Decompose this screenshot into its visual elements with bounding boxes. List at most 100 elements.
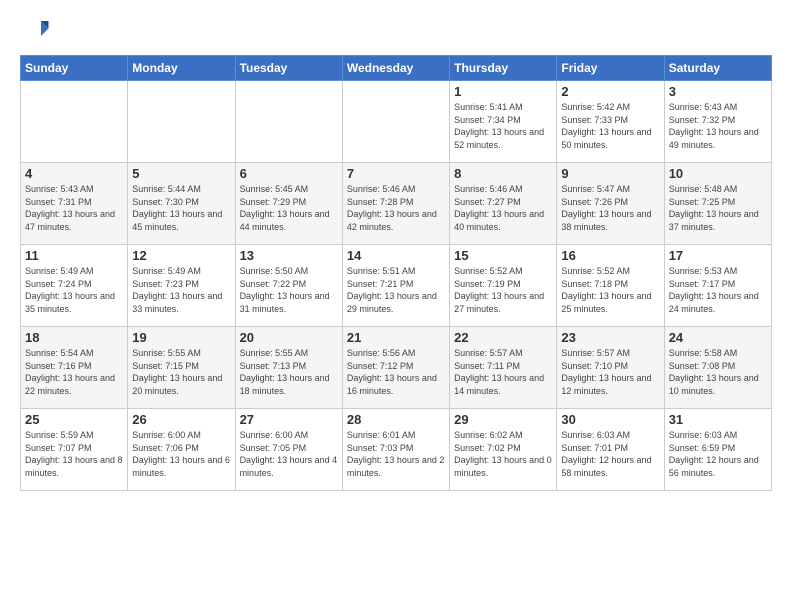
day-info: Sunrise: 5:54 AM Sunset: 7:16 PM Dayligh… bbox=[25, 347, 123, 397]
calendar-cell: 31 Sunrise: 6:03 AM Sunset: 6:59 PM Dayli… bbox=[664, 409, 771, 491]
day-info: Sunrise: 5:57 AM Sunset: 7:11 PM Dayligh… bbox=[454, 347, 552, 397]
day-info: Sunrise: 5:50 AM Sunset: 7:22 PM Dayligh… bbox=[240, 265, 338, 315]
calendar-body: 1 Sunrise: 5:41 AM Sunset: 7:34 PM Daylig… bbox=[21, 81, 772, 491]
weekday-header: Monday bbox=[128, 56, 235, 81]
calendar-cell: 7 Sunrise: 5:46 AM Sunset: 7:28 PM Daylig… bbox=[342, 163, 449, 245]
calendar-cell: 1 Sunrise: 5:41 AM Sunset: 7:34 PM Daylig… bbox=[450, 81, 557, 163]
day-number: 3 bbox=[669, 84, 767, 99]
day-info: Sunrise: 5:47 AM Sunset: 7:26 PM Dayligh… bbox=[561, 183, 659, 233]
day-info: Sunrise: 6:02 AM Sunset: 7:02 PM Dayligh… bbox=[454, 429, 552, 479]
calendar-cell: 24 Sunrise: 5:58 AM Sunset: 7:08 PM Dayli… bbox=[664, 327, 771, 409]
day-number: 13 bbox=[240, 248, 338, 263]
calendar-cell: 2Sunrise: 5:42 AM Sunset: 7:33 PM Daylig… bbox=[557, 81, 664, 163]
calendar-cell: 18 Sunrise: 5:54 AM Sunset: 7:16 PM Dayli… bbox=[21, 327, 128, 409]
calendar-cell: 5 Sunrise: 5:44 AM Sunset: 7:30 PM Daylig… bbox=[128, 163, 235, 245]
day-number: 30 bbox=[561, 412, 659, 427]
day-number: 5 bbox=[132, 166, 230, 181]
day-number: 14 bbox=[347, 248, 445, 263]
calendar-cell: 9Sunrise: 5:47 AM Sunset: 7:26 PM Daylig… bbox=[557, 163, 664, 245]
day-info: Sunrise: 6:03 AM Sunset: 6:59 PM Dayligh… bbox=[669, 429, 767, 479]
day-number: 29 bbox=[454, 412, 552, 427]
day-number: 16 bbox=[561, 248, 659, 263]
day-number: 23 bbox=[561, 330, 659, 345]
calendar-week-row: 25 Sunrise: 5:59 AM Sunset: 7:07 PM Dayli… bbox=[21, 409, 772, 491]
day-info: Sunrise: 5:59 AM Sunset: 7:07 PM Dayligh… bbox=[25, 429, 123, 479]
calendar-cell: 12 Sunrise: 5:49 AM Sunset: 7:23 PM Dayli… bbox=[128, 245, 235, 327]
calendar-cell bbox=[342, 81, 449, 163]
day-info: Sunrise: 5:52 AM Sunset: 7:18 PM Dayligh… bbox=[561, 265, 659, 315]
calendar-cell: 4 Sunrise: 5:43 AM Sunset: 7:31 PM Daylig… bbox=[21, 163, 128, 245]
day-number: 19 bbox=[132, 330, 230, 345]
calendar-cell: 10 Sunrise: 5:48 AM Sunset: 7:25 PM Dayli… bbox=[664, 163, 771, 245]
day-info: Sunrise: 5:58 AM Sunset: 7:08 PM Dayligh… bbox=[669, 347, 767, 397]
weekday-header: Tuesday bbox=[235, 56, 342, 81]
day-info: Sunrise: 5:43 AM Sunset: 7:31 PM Dayligh… bbox=[25, 183, 123, 233]
calendar-table: SundayMondayTuesdayWednesdayThursdayFrid… bbox=[20, 55, 772, 491]
calendar-cell: 21Sunrise: 5:56 AM Sunset: 7:12 PM Dayli… bbox=[342, 327, 449, 409]
calendar-cell: 3 Sunrise: 5:43 AM Sunset: 7:32 PM Daylig… bbox=[664, 81, 771, 163]
day-number: 18 bbox=[25, 330, 123, 345]
calendar-cell bbox=[128, 81, 235, 163]
calendar-cell: 20Sunrise: 5:55 AM Sunset: 7:13 PM Dayli… bbox=[235, 327, 342, 409]
day-number: 8 bbox=[454, 166, 552, 181]
calendar-cell: 14 Sunrise: 5:51 AM Sunset: 7:21 PM Dayli… bbox=[342, 245, 449, 327]
day-number: 1 bbox=[454, 84, 552, 99]
calendar-cell: 16 Sunrise: 5:52 AM Sunset: 7:18 PM Dayli… bbox=[557, 245, 664, 327]
calendar-cell: 23 Sunrise: 5:57 AM Sunset: 7:10 PM Dayli… bbox=[557, 327, 664, 409]
calendar-header: SundayMondayTuesdayWednesdayThursdayFrid… bbox=[21, 56, 772, 81]
day-info: Sunrise: 5:41 AM Sunset: 7:34 PM Dayligh… bbox=[454, 101, 552, 151]
day-number: 24 bbox=[669, 330, 767, 345]
calendar-cell: 28 Sunrise: 6:01 AM Sunset: 7:03 PM Dayli… bbox=[342, 409, 449, 491]
day-number: 7 bbox=[347, 166, 445, 181]
day-number: 21 bbox=[347, 330, 445, 345]
day-number: 12 bbox=[132, 248, 230, 263]
calendar-week-row: 1 Sunrise: 5:41 AM Sunset: 7:34 PM Daylig… bbox=[21, 81, 772, 163]
calendar-cell: 13 Sunrise: 5:50 AM Sunset: 7:22 PM Dayli… bbox=[235, 245, 342, 327]
calendar-cell: 15 Sunrise: 5:52 AM Sunset: 7:19 PM Dayli… bbox=[450, 245, 557, 327]
day-info: Sunrise: 5:57 AM Sunset: 7:10 PM Dayligh… bbox=[561, 347, 659, 397]
calendar-cell: 29 Sunrise: 6:02 AM Sunset: 7:02 PM Dayli… bbox=[450, 409, 557, 491]
day-number: 4 bbox=[25, 166, 123, 181]
day-info: Sunrise: 5:43 AM Sunset: 7:32 PM Dayligh… bbox=[669, 101, 767, 151]
day-info: Sunrise: 5:49 AM Sunset: 7:23 PM Dayligh… bbox=[132, 265, 230, 315]
logo-icon bbox=[20, 15, 50, 45]
calendar-cell: 8 Sunrise: 5:46 AM Sunset: 7:27 PM Daylig… bbox=[450, 163, 557, 245]
calendar-cell: 25 Sunrise: 5:59 AM Sunset: 7:07 PM Dayli… bbox=[21, 409, 128, 491]
weekday-header: Wednesday bbox=[342, 56, 449, 81]
day-number: 15 bbox=[454, 248, 552, 263]
calendar-cell: 19 Sunrise: 5:55 AM Sunset: 7:15 PM Dayli… bbox=[128, 327, 235, 409]
day-number: 22 bbox=[454, 330, 552, 345]
day-number: 26 bbox=[132, 412, 230, 427]
day-number: 6 bbox=[240, 166, 338, 181]
day-info: Sunrise: 5:46 AM Sunset: 7:27 PM Dayligh… bbox=[454, 183, 552, 233]
day-info: Sunrise: 5:45 AM Sunset: 7:29 PM Dayligh… bbox=[240, 183, 338, 233]
calendar-cell: 27Sunrise: 6:00 AM Sunset: 7:05 PM Dayli… bbox=[235, 409, 342, 491]
calendar-week-row: 4 Sunrise: 5:43 AM Sunset: 7:31 PM Daylig… bbox=[21, 163, 772, 245]
day-info: Sunrise: 5:52 AM Sunset: 7:19 PM Dayligh… bbox=[454, 265, 552, 315]
weekday-header: Thursday bbox=[450, 56, 557, 81]
day-number: 11 bbox=[25, 248, 123, 263]
day-number: 31 bbox=[669, 412, 767, 427]
calendar-cell bbox=[235, 81, 342, 163]
day-info: Sunrise: 5:44 AM Sunset: 7:30 PM Dayligh… bbox=[132, 183, 230, 233]
calendar-cell: 30Sunrise: 6:03 AM Sunset: 7:01 PM Dayli… bbox=[557, 409, 664, 491]
weekday-header: Friday bbox=[557, 56, 664, 81]
day-info: Sunrise: 5:53 AM Sunset: 7:17 PM Dayligh… bbox=[669, 265, 767, 315]
day-info: Sunrise: 5:46 AM Sunset: 7:28 PM Dayligh… bbox=[347, 183, 445, 233]
weekday-header: Sunday bbox=[21, 56, 128, 81]
day-info: Sunrise: 6:00 AM Sunset: 7:06 PM Dayligh… bbox=[132, 429, 230, 479]
calendar-week-row: 18 Sunrise: 5:54 AM Sunset: 7:16 PM Dayli… bbox=[21, 327, 772, 409]
day-info: Sunrise: 5:55 AM Sunset: 7:15 PM Dayligh… bbox=[132, 347, 230, 397]
day-number: 10 bbox=[669, 166, 767, 181]
day-info: Sunrise: 6:01 AM Sunset: 7:03 PM Dayligh… bbox=[347, 429, 445, 479]
day-info: Sunrise: 5:48 AM Sunset: 7:25 PM Dayligh… bbox=[669, 183, 767, 233]
day-info: Sunrise: 5:51 AM Sunset: 7:21 PM Dayligh… bbox=[347, 265, 445, 315]
day-number: 2 bbox=[561, 84, 659, 99]
day-number: 17 bbox=[669, 248, 767, 263]
day-number: 25 bbox=[25, 412, 123, 427]
logo bbox=[20, 15, 54, 45]
day-number: 28 bbox=[347, 412, 445, 427]
calendar-cell: 22 Sunrise: 5:57 AM Sunset: 7:11 PM Dayli… bbox=[450, 327, 557, 409]
calendar-cell bbox=[21, 81, 128, 163]
day-number: 20 bbox=[240, 330, 338, 345]
